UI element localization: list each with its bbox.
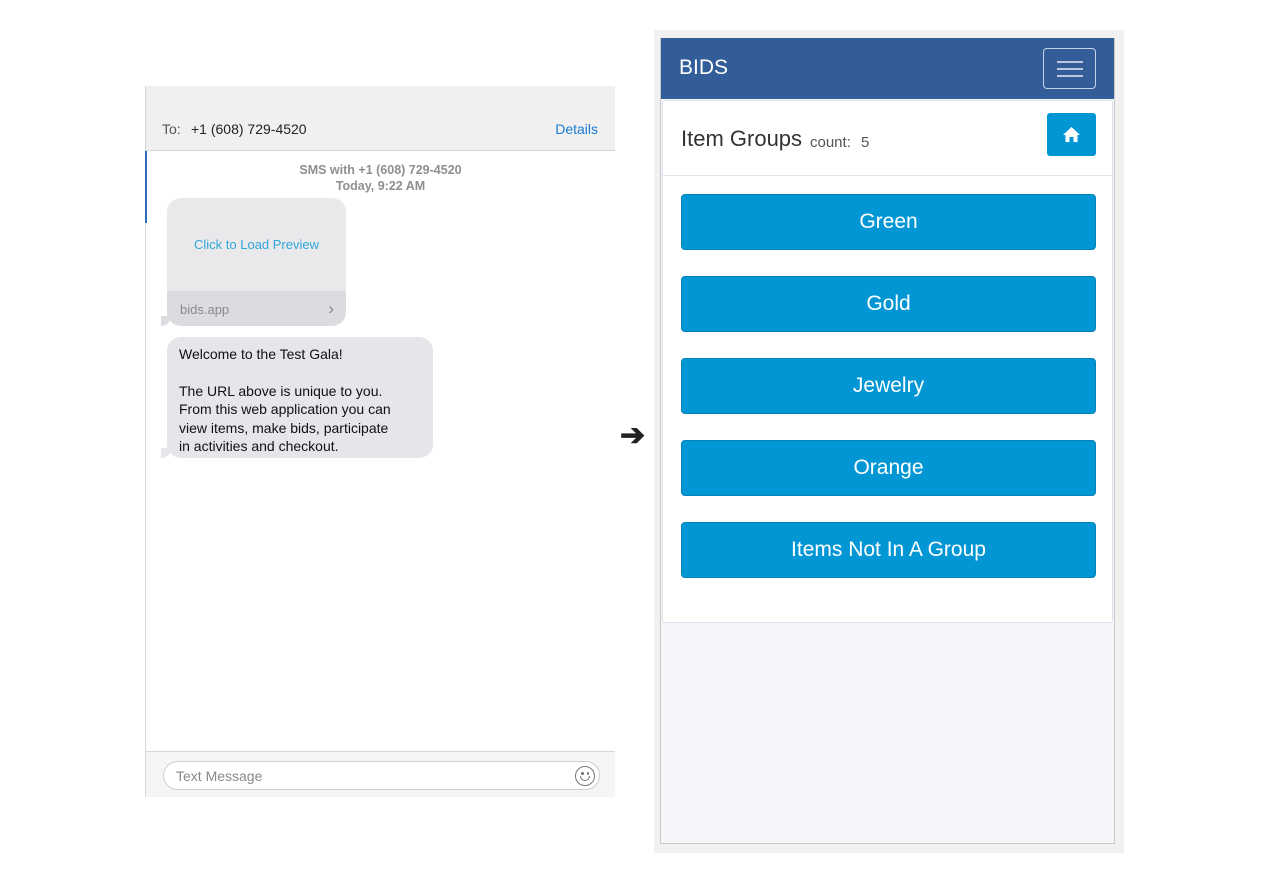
conversation-meta: SMS with +1 (608) 729-4520 <box>299 163 462 177</box>
messages-window: To: +1 (608) 729-4520 Details SMS with +… <box>145 86 615 797</box>
smiley-icon[interactable] <box>575 766 595 786</box>
group-button-jewelry[interactable]: Jewelry <box>681 358 1096 414</box>
group-button-orange[interactable]: Orange <box>681 440 1096 496</box>
brand-title[interactable]: BIDS <box>679 56 728 80</box>
message-input[interactable] <box>163 761 600 790</box>
chevron-right-icon: › <box>328 299 334 318</box>
item-groups-panel: Item Groups count: 5 Green Gold Jewelry … <box>662 100 1113 623</box>
details-link[interactable]: Details <box>555 121 598 137</box>
group-button-gold[interactable]: Gold <box>681 276 1096 332</box>
message-line: in activities and checkout. <box>179 438 339 455</box>
navbar: BIDS <box>661 38 1114 99</box>
compose-bar <box>146 751 615 797</box>
to-label: To: <box>162 121 181 137</box>
bids-app-screen: BIDS Item Groups count: 5 Green Gold Jew… <box>660 38 1115 844</box>
home-icon <box>1063 127 1080 142</box>
home-button[interactable] <box>1047 113 1096 156</box>
page-title: Item Groups <box>681 126 803 151</box>
bubble-tail <box>161 448 171 458</box>
hamburger-icon <box>1057 61 1083 63</box>
load-preview-link[interactable]: Click to Load Preview <box>167 237 346 252</box>
link-domain: bids.app <box>180 302 230 317</box>
message-line-break <box>179 363 421 381</box>
message-header: To: +1 (608) 729-4520 Details <box>146 86 615 151</box>
count-label: count: <box>810 134 851 151</box>
panel-heading: Item Groups count: 5 <box>663 101 1112 176</box>
message-line: From this web application you can <box>179 401 391 418</box>
link-preview-bubble[interactable]: Click to Load Preview bids.app › <box>167 198 346 326</box>
hamburger-menu-button[interactable] <box>1043 48 1096 89</box>
count-value: 5 <box>861 134 870 151</box>
group-button-ungrouped[interactable]: Items Not In A Group <box>681 522 1096 578</box>
message-line: Welcome to the Test Gala! <box>179 346 343 362</box>
arrow-right-icon: ➔ <box>620 419 646 452</box>
recipient-number: +1 (608) 729-4520 <box>191 121 307 137</box>
conversation-timestamp: Today, 9:22 AM <box>335 179 426 193</box>
message-line: The URL above is unique to you. <box>179 382 383 399</box>
link-preview-footer[interactable]: bids.app › <box>167 291 346 326</box>
message-bubble: Welcome to the Test Gala! The URL above … <box>167 337 433 458</box>
group-button-green[interactable]: Green <box>681 194 1096 250</box>
message-line: view items, make bids, participate <box>179 419 389 436</box>
